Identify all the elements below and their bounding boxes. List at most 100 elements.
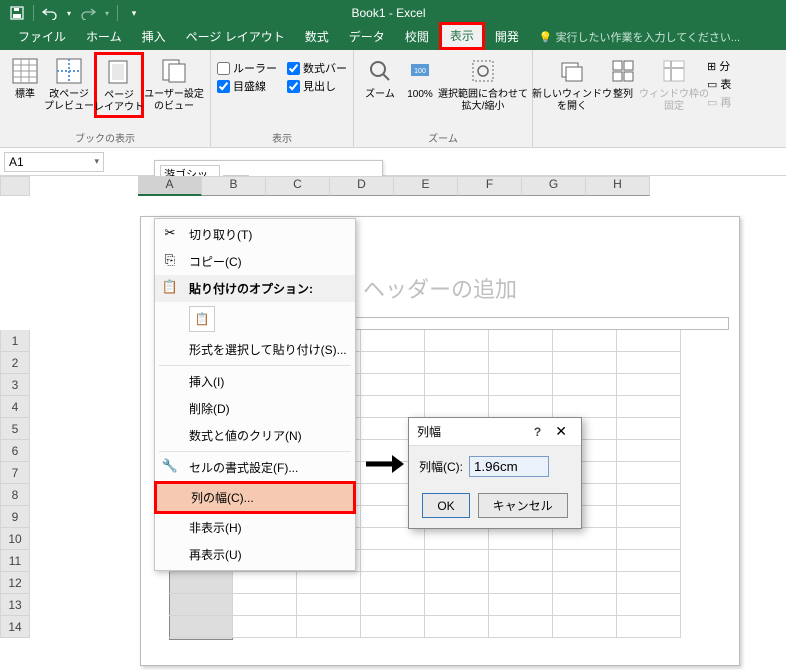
dialog-title: 列幅 — [417, 423, 526, 440]
qa-customize-icon[interactable]: ▾ — [123, 2, 145, 24]
redo-icon[interactable] — [77, 2, 99, 24]
row-header[interactable]: 10 — [0, 528, 30, 550]
cm-insert[interactable]: 挿入(I) — [155, 368, 355, 395]
dialog-help-button[interactable]: ? — [526, 425, 549, 439]
window-title: Book1 - Excel — [151, 6, 626, 20]
zoom-selection-button[interactable]: 選択範囲に合わせて 拡大/縮小 — [440, 52, 526, 116]
tell-me-search[interactable]: 💡 実行したい作業を入力してください... — [539, 29, 740, 50]
ribbon-tabs: ファイル ホーム 挿入 ページ レイアウト 数式 データ 校閲 表示 開発 💡 … — [0, 26, 786, 50]
tab-home[interactable]: ホーム — [76, 24, 132, 50]
view-pagelayout-button[interactable]: ページ レイアウト — [94, 52, 144, 118]
check-formulabar[interactable]: 数式バー — [287, 60, 347, 76]
zoom-100-button[interactable]: 100 100% — [400, 52, 440, 116]
row-header[interactable]: 8 — [0, 484, 30, 506]
tab-insert[interactable]: 挿入 — [132, 24, 176, 50]
clipboard-icon: 📋 — [161, 278, 179, 296]
tab-data[interactable]: データ — [339, 24, 395, 50]
column-header-a[interactable]: A — [138, 176, 202, 196]
annotation-arrow — [364, 452, 404, 476]
tab-view[interactable]: 表示 — [439, 22, 485, 50]
tab-developer[interactable]: 開発 — [485, 24, 529, 50]
row-header[interactable]: 14 — [0, 616, 30, 638]
undo-dropdown-icon[interactable]: ▾ — [64, 2, 74, 24]
row-header[interactable]: 12 — [0, 572, 30, 594]
column-width-input[interactable] — [469, 456, 549, 477]
paste-option-button[interactable]: 📋 — [189, 306, 215, 332]
zoom-selection-icon — [467, 55, 499, 87]
dialog-cancel-button[interactable]: キャンセル — [478, 493, 568, 518]
view-normal-button[interactable]: 標準 — [6, 52, 44, 118]
column-header-g[interactable]: G — [522, 176, 586, 196]
split-button[interactable]: ⊞ 分 — [707, 58, 731, 74]
cm-format-cells[interactable]: 🔧 セルの書式設定(F)... — [155, 454, 355, 481]
save-icon[interactable] — [6, 2, 28, 24]
custom-view-icon — [158, 55, 190, 87]
row-header[interactable]: 9 — [0, 506, 30, 528]
dialog-ok-button[interactable]: OK — [422, 493, 469, 518]
normal-view-icon — [9, 55, 41, 87]
group-label-show: 表示 — [272, 130, 292, 147]
column-header-b[interactable]: B — [202, 176, 266, 196]
split-icon: ⊞ — [707, 60, 716, 73]
column-header-e[interactable]: E — [394, 176, 458, 196]
cm-clear[interactable]: 数式と値のクリア(N) — [155, 422, 355, 449]
group-label-zoom: ズーム — [428, 130, 458, 147]
dialog-close-button[interactable]: ✕ — [549, 423, 573, 440]
unhide-button[interactable]: ▭ 再 — [707, 94, 731, 110]
hide-icon: ▭ — [707, 78, 717, 91]
new-window-icon — [556, 55, 588, 87]
tab-file[interactable]: ファイル — [8, 24, 76, 50]
check-ruler[interactable]: ルーラー — [217, 60, 277, 76]
tab-pagelayout[interactable]: ページ レイアウト — [176, 24, 295, 50]
ribbon: 標準 改ページ プレビュー ページ レイアウト ユーザー設定 のビュー ブックの… — [0, 50, 786, 148]
view-pagebreak-button[interactable]: 改ページ プレビュー — [44, 52, 94, 118]
ribbon-group-window: 新しいウィンドウ を開く 整列 ウィンドウ枠の 固定 ⊞ 分 ▭ 表 ▭ 再 — [533, 50, 737, 147]
redo-dropdown-icon[interactable]: ▾ — [102, 2, 112, 24]
dialog-label: 列幅(C): — [419, 458, 463, 475]
row-header[interactable]: 2 — [0, 352, 30, 374]
name-box[interactable]: A1 ▾ — [4, 152, 104, 172]
row-header[interactable]: 4 — [0, 396, 30, 418]
view-custom-button[interactable]: ユーザー設定 のビュー — [144, 52, 204, 118]
row-header[interactable]: 11 — [0, 550, 30, 572]
zoom-button[interactable]: ズーム — [360, 52, 400, 116]
column-header-h[interactable]: H — [586, 176, 650, 196]
column-header-d[interactable]: D — [330, 176, 394, 196]
select-all-corner[interactable] — [0, 176, 30, 196]
tab-formulas[interactable]: 数式 — [295, 24, 339, 50]
group-label-views: ブックの表示 — [75, 130, 135, 147]
check-headings[interactable]: 見出し — [287, 78, 347, 94]
freeze-button[interactable]: ウィンドウ枠の 固定 — [641, 52, 707, 116]
tab-review[interactable]: 校閲 — [395, 24, 439, 50]
column-header-f[interactable]: F — [458, 176, 522, 196]
row-header[interactable]: 7 — [0, 462, 30, 484]
arrange-button[interactable]: 整列 — [605, 52, 641, 116]
undo-icon[interactable] — [39, 2, 61, 24]
cm-cut[interactable]: ✂ 切り取り(T) — [155, 221, 355, 248]
zoom-100-icon: 100 — [404, 55, 436, 87]
cm-column-width[interactable]: 列の幅(C)... — [157, 484, 353, 511]
check-gridlines[interactable]: 目盛線 — [217, 78, 277, 94]
column-header-c[interactable]: C — [266, 176, 330, 196]
cm-hide[interactable]: 非表示(H) — [155, 514, 355, 541]
hide-button[interactable]: ▭ 表 — [707, 76, 731, 92]
cm-paste-options: 📋 — [155, 302, 355, 336]
new-window-button[interactable]: 新しいウィンドウ を開く — [539, 52, 605, 116]
context-menu: ✂ 切り取り(T) ⎘ コピー(C) 📋 貼り付けのオプション: 📋 形式を選択… — [154, 218, 356, 571]
row-header[interactable]: 13 — [0, 594, 30, 616]
cm-delete[interactable]: 削除(D) — [155, 395, 355, 422]
cm-copy[interactable]: ⎘ コピー(C) — [155, 248, 355, 275]
cm-paste-header: 📋 貼り付けのオプション: — [155, 275, 355, 302]
cm-unhide[interactable]: 再表示(U) — [155, 541, 355, 568]
row-header[interactable]: 1 — [0, 330, 30, 352]
row-headers: 1 2 3 4 5 6 7 8 9 10 11 12 13 14 — [0, 330, 30, 638]
cm-paste-special[interactable]: 形式を選択して貼り付け(S)... — [155, 336, 355, 363]
sheet-area: A B C D E F G H 1 2 3 4 5 6 7 8 9 10 11 … — [0, 176, 786, 666]
row-header[interactable]: 6 — [0, 440, 30, 462]
row-header[interactable]: 3 — [0, 374, 30, 396]
row-header[interactable]: 5 — [0, 418, 30, 440]
formula-bar-row: A1 ▾ — [0, 148, 786, 176]
chevron-down-icon[interactable]: ▾ — [94, 156, 99, 167]
pagelayout-icon — [103, 56, 135, 88]
quick-access-toolbar: ▾ ▾ ▾ — [0, 2, 151, 24]
